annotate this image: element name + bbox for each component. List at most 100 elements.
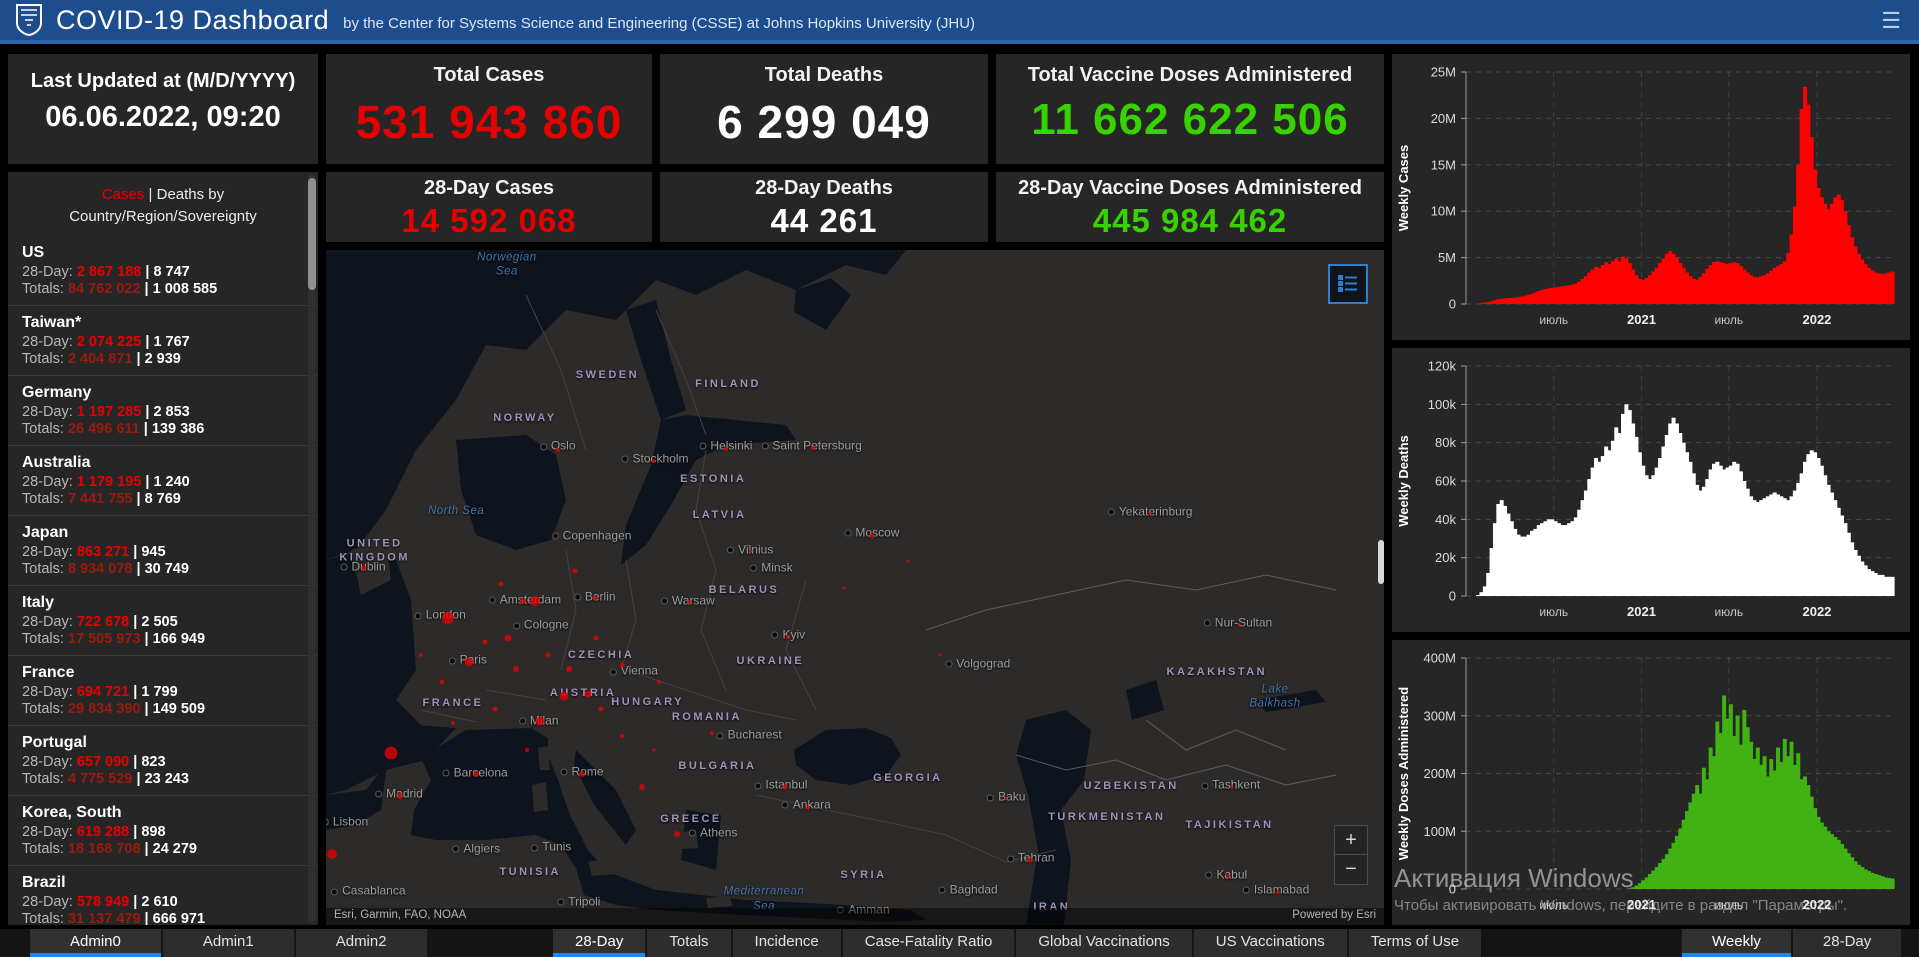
chart-period-tab-group: Weekly 28-Day — [1682, 929, 1903, 957]
case-cluster-dot[interactable] — [592, 595, 598, 601]
case-cluster-dot[interactable] — [450, 720, 455, 725]
country-row[interactable]: France 28-Day: 694 721 | 1 799 Totals: 29 … — [8, 654, 318, 725]
country-row[interactable]: Australia 28-Day: 1 179 195 | 1 240 Totals… — [8, 444, 318, 515]
case-cluster-dot[interactable] — [584, 690, 592, 698]
zoom-out-button[interactable]: − — [1334, 855, 1368, 885]
country-row[interactable]: Korea, South 28-Day: 619 288 | 898 Totals:… — [8, 794, 318, 865]
svg-text:2022: 2022 — [1802, 604, 1831, 619]
svg-text:0: 0 — [1449, 297, 1456, 312]
case-cluster-dot[interactable] — [652, 748, 656, 751]
total-cases-tile: Total Cases 531 943 860 — [326, 54, 652, 164]
case-cluster-dot[interactable] — [619, 662, 625, 668]
case-cluster-dot[interactable] — [1230, 785, 1234, 789]
zoom-in-button[interactable]: + — [1334, 825, 1368, 855]
country-list-scrollbar-thumb[interactable] — [308, 178, 316, 290]
case-cluster-dot[interactable] — [723, 447, 728, 452]
case-cluster-dot[interactable] — [566, 665, 573, 672]
case-cluster-dot[interactable] — [464, 657, 474, 667]
case-cluster-dot[interactable] — [513, 665, 520, 672]
case-cluster-dot[interactable] — [806, 805, 811, 810]
case-cluster-dot[interactable] — [530, 596, 541, 606]
tab-period-28-day[interactable]: 28-Day — [1792, 929, 1902, 957]
case-cluster-dot[interactable] — [384, 746, 398, 760]
case-cluster-dot[interactable] — [782, 784, 788, 790]
weekly-deaths-chart-panel[interactable]: 120k 100k 80k 60k 40k 20k 0 июль 2021 июль 2022 Wee… — [1392, 348, 1910, 632]
country-name: Italy — [22, 593, 55, 611]
weekly-doses-chart-panel[interactable]: 400M 300M 200M 100M 0 июль 2021 июль 2022 Weekly … — [1392, 640, 1910, 925]
case-cluster-dot[interactable] — [598, 706, 604, 712]
case-cluster-dot[interactable] — [535, 716, 545, 726]
case-cluster-dot[interactable] — [327, 849, 338, 860]
case-cluster-dot[interactable] — [674, 830, 681, 837]
case-cluster-dot[interactable] — [869, 533, 875, 539]
case-cluster-dot[interactable] — [842, 586, 846, 589]
case-cluster-dot[interactable] — [545, 652, 551, 658]
tab-totals[interactable]: Totals — [647, 929, 731, 957]
country-row[interactable]: Germany 28-Day: 1 197 285 | 2 853 Totals: … — [8, 374, 318, 445]
tab-period-weekly[interactable]: Weekly — [1682, 929, 1791, 957]
case-cluster-dot[interactable] — [1148, 511, 1152, 515]
case-cluster-dot[interactable] — [525, 747, 530, 752]
case-cluster-dot[interactable] — [519, 598, 526, 604]
tab-28-day[interactable]: 28-Day — [553, 929, 646, 957]
country-28day-line: 28-Day: 722 678 | 2 505 — [22, 613, 178, 630]
map-scrollbar-thumb[interactable] — [1378, 540, 1384, 584]
hamburger-menu-icon[interactable]: ☰ — [1881, 8, 1901, 34]
case-cluster-dot[interactable] — [749, 549, 753, 553]
case-cluster-dot[interactable] — [555, 447, 560, 452]
country-row[interactable]: Portugal 28-Day: 657 090 | 823 Totals: 4 7… — [8, 724, 318, 795]
tab-admin0[interactable]: Admin0 — [30, 929, 161, 957]
case-cluster-dot[interactable] — [482, 639, 488, 644]
case-cluster-dot[interactable] — [419, 653, 424, 657]
case-cluster-dot[interactable] — [639, 783, 646, 790]
case-cluster-dot[interactable] — [498, 581, 504, 587]
tab-incidence[interactable]: Incidence — [732, 929, 841, 957]
tab-admin1[interactable]: Admin1 — [162, 929, 294, 957]
case-cluster-dot[interactable] — [572, 568, 578, 574]
case-cluster-dot[interactable] — [651, 459, 656, 464]
case-cluster-dot[interactable] — [492, 706, 498, 712]
world-map[interactable]: Norwegian Sea North Sea Lake Balkhash Medit… — [326, 250, 1384, 925]
case-cluster-dot[interactable] — [579, 770, 586, 777]
case-cluster-dot[interactable] — [938, 653, 942, 657]
svg-text:120k: 120k — [1428, 359, 1457, 374]
map-attribution-bar: Esri, Garmin, FAO, NOAA Powered by Esri — [326, 908, 1384, 925]
country-row[interactable]: US 28-Day: 2 867 188 | 8 747 Totals: 84 76… — [8, 236, 318, 305]
case-cluster-dot[interactable] — [686, 600, 691, 605]
tab-terms-of-use[interactable]: Terms of Use — [1348, 929, 1482, 957]
case-cluster-dot[interactable] — [1027, 857, 1033, 863]
country-row[interactable]: Italy 28-Day: 722 678 | 2 505 Totals: 17 5… — [8, 584, 318, 655]
case-cluster-dot[interactable] — [657, 680, 662, 684]
tab-case-fatality-ratio[interactable]: Case-Fatality Ratio — [842, 929, 1015, 957]
tab-us-vaccinations[interactable]: US Vaccinations — [1193, 929, 1347, 957]
case-cluster-dot[interactable] — [1237, 623, 1241, 627]
country-28day-line: 28-Day: 657 090 | 823 — [22, 753, 166, 770]
case-cluster-dot[interactable] — [1226, 874, 1231, 879]
case-cluster-dot[interactable] — [906, 559, 910, 562]
case-cluster-dot[interactable] — [786, 635, 791, 640]
tab-admin2[interactable]: Admin2 — [295, 929, 427, 957]
total-vaccine-doses-label: Total Vaccine Doses Administered — [1027, 64, 1353, 86]
svg-text:300M: 300M — [1423, 708, 1456, 723]
case-cluster-dot[interactable] — [441, 611, 454, 624]
case-cluster-dot[interactable] — [593, 635, 599, 641]
case-cluster-dot[interactable] — [620, 734, 625, 738]
case-cluster-dot[interactable] — [361, 565, 367, 571]
case-cluster-dot[interactable] — [559, 691, 569, 700]
tab-global-vaccinations[interactable]: Global Vaccinations — [1016, 929, 1192, 957]
case-cluster-dot[interactable] — [810, 445, 815, 450]
country-row[interactable]: Taiwan* 28-Day: 2 074 225 | 1 767 Totals: … — [8, 304, 318, 375]
case-cluster-dot[interactable] — [1276, 889, 1281, 894]
case-cluster-dot[interactable] — [397, 793, 404, 800]
case-cluster-dot[interactable] — [439, 679, 445, 685]
country-row[interactable]: Japan 28-Day: 863 271 | 945 Totals: 8 934 … — [8, 514, 318, 585]
map-basemap — [326, 250, 1384, 925]
case-cluster-dot[interactable] — [504, 634, 512, 642]
case-cluster-dot[interactable] — [1004, 797, 1008, 801]
map-legend-button[interactable] — [1328, 264, 1368, 304]
weekly-cases-chart-panel[interactable]: 25M 20M 15M 10M 5M 0 июль 2021 июль 2022 Weekly Ca… — [1392, 54, 1910, 340]
case-cluster-dot[interactable] — [473, 770, 480, 777]
case-cluster-dot[interactable] — [710, 730, 715, 735]
country-row[interactable]: Brazil 28-Day: 578 949 | 2 610 Totals: 31 … — [8, 864, 318, 925]
legend-list-icon — [1338, 275, 1357, 292]
